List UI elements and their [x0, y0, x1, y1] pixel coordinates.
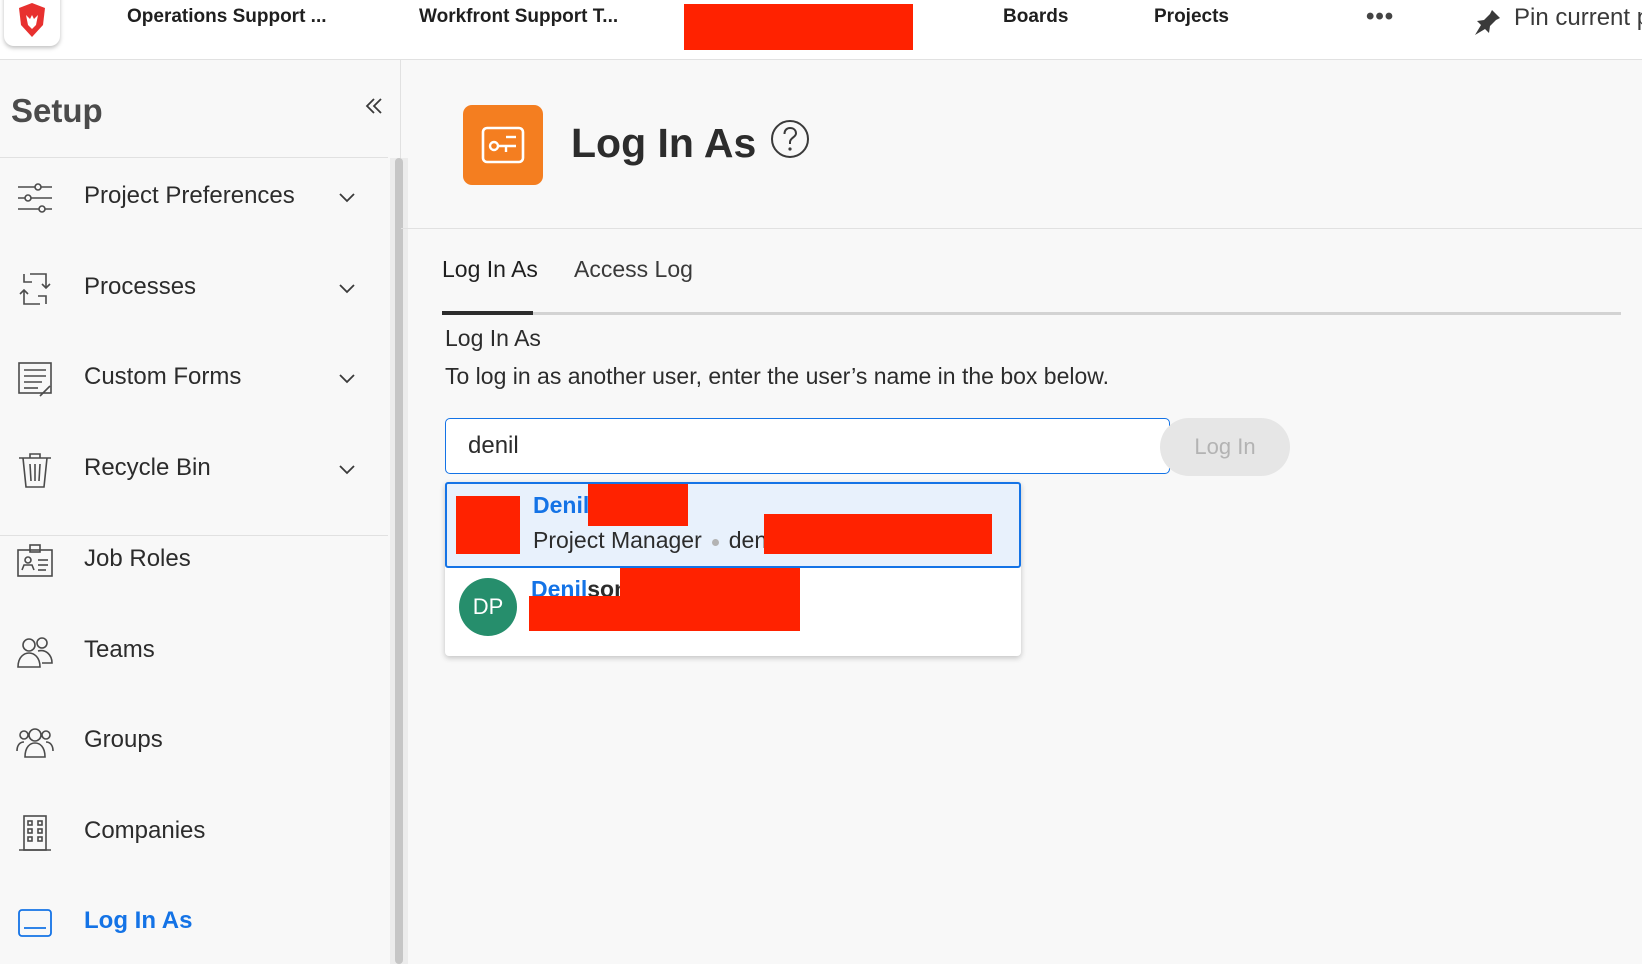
sidebar-item-project-preferences[interactable]: Project Preferences [0, 157, 388, 237]
more-options-icon[interactable]: ••• [1366, 3, 1394, 31]
sidebar-item-label: Groups [84, 726, 163, 753]
separator-dot [711, 539, 719, 546]
section-description: To log in as another user, enter the use… [445, 363, 1110, 389]
avatar: DP [459, 578, 517, 636]
redacted-details [529, 596, 800, 631]
page-title: Log In As [571, 120, 757, 166]
pin-icon[interactable] [1468, 2, 1504, 38]
sidebar-item-label: Custom Forms [84, 363, 242, 390]
sidebar-item-log-in-as[interactable]: Log In As [0, 882, 388, 962]
user-search-input[interactable] [445, 418, 1170, 474]
tab-access-log[interactable]: Access Log [574, 256, 693, 283]
chevron-down-icon[interactable] [337, 187, 357, 207]
group-icon [16, 728, 54, 758]
suggestion-item[interactable]: Denil Project Manager denil [445, 482, 1021, 568]
sidebar-item-job-roles[interactable]: Job Roles [0, 520, 388, 600]
id-card-icon [17, 544, 53, 577]
tab-log-in-as[interactable]: Log In As [442, 256, 538, 283]
lion-logo-icon [19, 3, 45, 37]
help-icon[interactable] [769, 118, 811, 160]
top-tab-workfront-support[interactable]: Workfront Support T... [419, 6, 618, 28]
sliders-icon [18, 183, 52, 213]
setup-sidebar: Setup Project Preferences Processes Cust… [0, 60, 408, 964]
redacted-email [764, 514, 992, 554]
chevron-down-icon[interactable] [337, 459, 357, 479]
redacted-surname [588, 484, 688, 526]
building-icon [19, 815, 51, 851]
top-tab-boards[interactable]: Boards [1003, 6, 1068, 28]
sidebar-item-companies[interactable]: Companies [0, 792, 388, 872]
header-divider [401, 228, 1642, 229]
sidebar-item-label: Processes [84, 273, 197, 300]
main-content: Log In As Log In As Access Log Log In As… [401, 60, 1642, 964]
suggestion-details: Project Manager denil [533, 527, 778, 553]
app-logo[interactable] [4, 0, 60, 46]
suggestion-name: Denil [533, 492, 590, 518]
team-icon [17, 637, 53, 668]
login-card-icon [481, 126, 525, 164]
sidebar-item-label: Job Roles [84, 545, 191, 572]
form-icon [18, 362, 52, 397]
sidebar-item-label: Companies [84, 817, 206, 844]
sidebar-item-processes[interactable]: Processes [0, 248, 388, 328]
chevron-down-icon[interactable] [337, 368, 357, 388]
sidebar-item-label: Teams [84, 636, 155, 663]
tabs-divider [442, 312, 1621, 315]
redacted-tab [684, 4, 913, 50]
collapse-sidebar-icon[interactable] [362, 94, 386, 118]
chevron-down-icon[interactable] [337, 278, 357, 298]
active-tab-indicator [442, 311, 533, 315]
top-tab-projects[interactable]: Projects [1154, 6, 1229, 28]
section-title: Log In As [445, 325, 541, 351]
log-in-button[interactable]: Log In [1160, 418, 1290, 476]
redacted-avatar [456, 496, 520, 554]
top-tab-operations-support[interactable]: Operations Support ... [127, 6, 327, 28]
redacted-surname [620, 568, 800, 596]
pin-current-label[interactable]: Pin current p [1514, 4, 1642, 32]
suggestion-item[interactable]: DP Denilson [445, 568, 1021, 654]
top-nav-bar: Operations Support ... Workfront Support… [0, 0, 1642, 60]
processes-icon [19, 273, 51, 305]
sidebar-item-label: Project Preferences [84, 182, 295, 209]
sidebar-item-custom-forms[interactable]: Custom Forms [0, 338, 388, 418]
sidebar-item-teams[interactable]: Teams [0, 611, 388, 691]
sidebar-item-groups[interactable]: Groups [0, 701, 388, 781]
log-in-as-app-icon [463, 105, 543, 185]
sidebar-item-label: Log In As [84, 907, 193, 934]
sidebar-item-recycle-bin[interactable]: Recycle Bin [0, 429, 388, 509]
sidebar-title: Setup [11, 92, 103, 129]
login-icon [18, 909, 52, 937]
sidebar-item-label: Recycle Bin [84, 454, 211, 481]
trash-icon [19, 453, 51, 488]
user-suggestions-dropdown: Denil Project Manager denil DP Denilson [445, 482, 1021, 656]
